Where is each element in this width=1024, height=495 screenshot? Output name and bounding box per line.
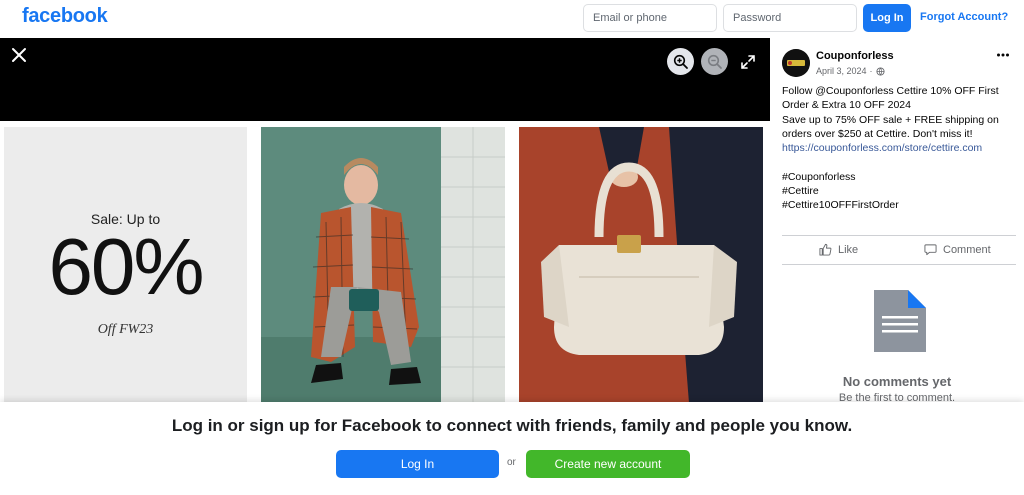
login-button[interactable]: Log In: [336, 450, 499, 478]
post-date: April 3, 2024 ·: [816, 66, 885, 76]
top-navbar: facebook Log In Forgot Account?: [0, 0, 1024, 38]
post-date-text[interactable]: April 3, 2024: [816, 66, 867, 76]
forgot-account-link[interactable]: Forgot Account?: [920, 11, 1008, 23]
header-login-button[interactable]: Log In: [863, 4, 911, 32]
more-icon[interactable]: [996, 48, 1010, 62]
zoom-in-icon: [673, 54, 688, 69]
post-text-line: Save up to 75% OFF sale + FREE shipping …: [782, 113, 999, 126]
comment-icon: [924, 244, 937, 256]
comment-button[interactable]: Comment: [924, 243, 991, 256]
hashtag-link[interactable]: #Cettire: [782, 184, 1020, 198]
post-text: Follow @Couponforless Cettire 10% OFF Fi…: [782, 84, 1020, 213]
login-prompt-title: Log in or sign up for Facebook to connec…: [171, 416, 853, 435]
sale-image[interactable]: Sale: Up to 60% Off FW23: [4, 127, 247, 403]
model-illustration: [261, 127, 505, 403]
login-prompt-bar: Log in or sign up for Facebook to connec…: [0, 402, 1024, 495]
couponforless-logo-icon: [782, 49, 810, 77]
or-label: or: [507, 457, 516, 468]
hashtag-link[interactable]: #Couponforless: [782, 170, 1020, 184]
viewer-toolbar: [0, 38, 770, 121]
hashtag-link[interactable]: #Cettire10OFFFirstOrder: [782, 198, 1020, 212]
fullscreen-icon[interactable]: [740, 54, 756, 70]
zoom-out-icon: [707, 54, 722, 69]
thumbs-up-icon: [819, 243, 832, 256]
no-comments-heading: No comments yet: [842, 374, 952, 389]
handbag-illustration: [519, 127, 763, 403]
page-name[interactable]: Couponforless: [816, 50, 894, 62]
post-text-line: Order & Extra 10 OFF 2024: [782, 99, 911, 112]
close-icon[interactable]: [10, 46, 28, 64]
model-photo[interactable]: [261, 127, 505, 403]
document-icon: [874, 290, 926, 352]
store-link[interactable]: https://couponforless.com/store/cettire.…: [782, 141, 1020, 155]
post-text-line: Follow @Couponforless Cettire 10% OFF Fi…: [782, 85, 999, 97]
zoom-out-button[interactable]: [701, 48, 728, 75]
like-button[interactable]: Like: [819, 243, 858, 256]
sale-subtitle: Off FW23: [97, 322, 154, 337]
comment-label: Comment: [943, 243, 991, 256]
date-separator: ·: [869, 66, 873, 76]
sale-percentage: 60%: [48, 222, 204, 311]
post-panel: Couponforless April 3, 2024 · Follow @Co…: [770, 38, 1024, 404]
post-text-line: orders over $250 at Cettire. Don't miss …: [782, 127, 973, 140]
post-actions: Like Comment: [782, 235, 1016, 265]
page-avatar[interactable]: [782, 49, 810, 77]
zoom-in-button[interactable]: [667, 48, 694, 75]
globe-icon: [875, 66, 885, 76]
password-field[interactable]: [723, 4, 857, 32]
handbag-photo[interactable]: [519, 127, 763, 403]
like-label: Like: [838, 243, 859, 256]
facebook-logo[interactable]: facebook: [22, 5, 108, 28]
email-field[interactable]: [583, 4, 717, 32]
create-account-button[interactable]: Create new account: [526, 450, 690, 478]
